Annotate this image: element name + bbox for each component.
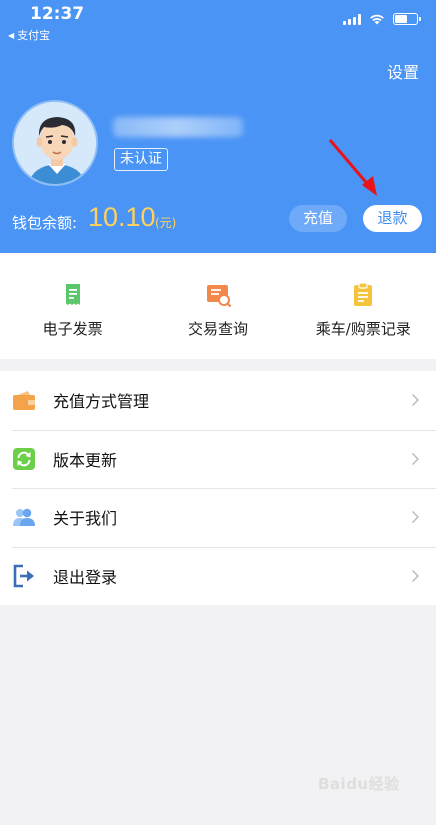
settings-link[interactable]: 设置 xyxy=(387,59,419,83)
baidu-watermark: Baidu经验 xyxy=(318,775,400,793)
quick-action-transactions[interactable]: 交易查询 xyxy=(145,253,290,359)
menu-item-label: 退出登录 xyxy=(53,567,118,587)
invoice-icon xyxy=(65,284,80,305)
avatar-illustration xyxy=(14,102,96,184)
verify-status-badge[interactable]: 未认证 xyxy=(114,148,168,171)
chevron-right-icon xyxy=(412,569,419,582)
balance-label: 钱包余额: xyxy=(12,214,78,232)
refresh-icon xyxy=(13,447,35,470)
menu-item-about-us[interactable]: 关于我们 xyxy=(0,488,436,547)
avatar[interactable] xyxy=(12,100,98,186)
quick-actions-row: 电子发票 交易查询 乘车/购票记录 xyxy=(0,253,436,359)
people-icon xyxy=(13,508,35,527)
menu-item-label: 充值方式管理 xyxy=(53,392,150,412)
status-time: 12:37 xyxy=(30,4,85,24)
logout-icon xyxy=(13,564,34,588)
chevron-right-icon xyxy=(412,511,419,524)
quick-action-invoice[interactable]: 电子发票 xyxy=(0,253,145,359)
balance-value: 10.10 xyxy=(88,202,156,232)
transaction-search-icon xyxy=(206,285,232,308)
refund-button[interactable]: 退款 xyxy=(363,205,422,232)
balance-unit: (元) xyxy=(155,216,177,230)
quick-action-ride-ticket-records[interactable]: 乘车/购票记录 xyxy=(291,253,436,359)
wallet-icon xyxy=(13,391,35,411)
status-bar: 12:37 ◀ 支付宝 xyxy=(0,0,436,44)
menu-item-recharge-methods[interactable]: 充值方式管理 xyxy=(0,371,436,430)
profile-header: 12:37 ◀ 支付宝 设置 未认证 钱包余额: 10.10 (元) 充值 退款 xyxy=(0,0,436,253)
clipboard-icon xyxy=(354,282,373,306)
menu-item-logout[interactable]: 退出登录 xyxy=(0,546,436,606)
wifi-icon xyxy=(370,14,384,25)
username-blurred xyxy=(113,117,243,137)
settings-menu: 充值方式管理 版本更新 关于我们 退出登录 xyxy=(0,371,436,605)
chevron-right-icon xyxy=(412,452,419,465)
quick-action-label: 交易查询 xyxy=(187,320,248,338)
quick-action-label: 电子发票 xyxy=(42,320,103,338)
menu-item-label: 关于我们 xyxy=(53,509,118,529)
chevron-right-icon xyxy=(412,394,419,407)
signal-icon xyxy=(343,13,361,25)
back-to-app-link[interactable]: ◀ 支付宝 xyxy=(8,27,50,43)
red-arrow-annotation xyxy=(328,139,377,196)
battery-icon xyxy=(393,13,421,25)
menu-item-label: 版本更新 xyxy=(53,450,118,470)
status-icons xyxy=(343,13,421,25)
menu-item-version-update[interactable]: 版本更新 xyxy=(0,429,436,489)
back-app-label: 支付宝 xyxy=(17,29,51,42)
recharge-button[interactable]: 充值 xyxy=(289,205,347,232)
back-triangle-icon: ◀ xyxy=(8,30,15,40)
quick-action-label: 乘车/购票记录 xyxy=(315,320,411,338)
